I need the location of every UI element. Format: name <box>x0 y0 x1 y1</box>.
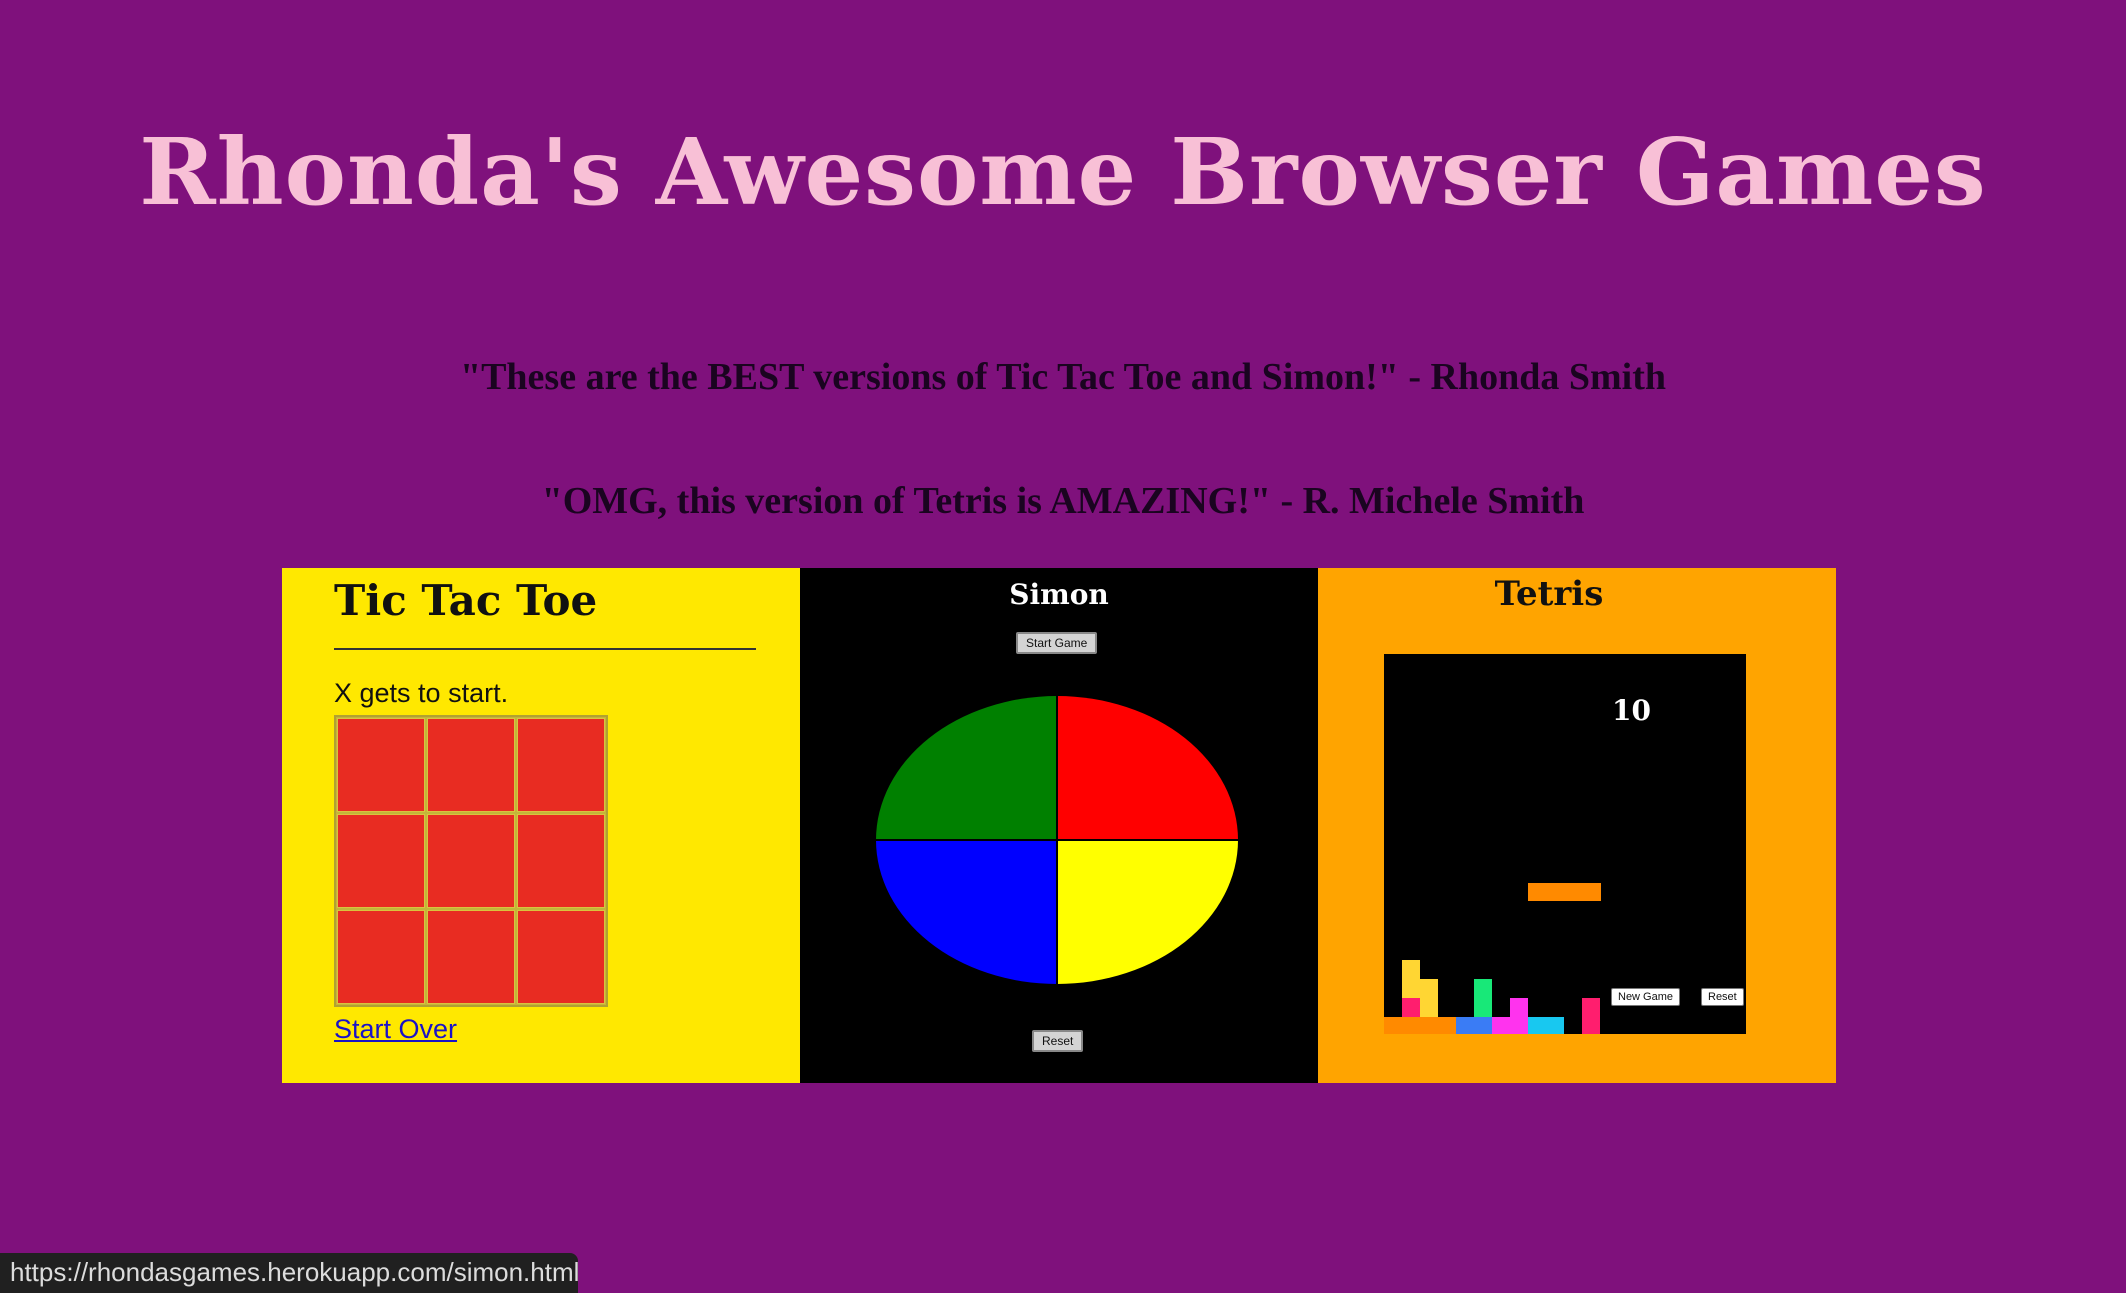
new-game-button[interactable]: New Game <box>1611 988 1681 1006</box>
settled-block <box>1528 1017 1564 1034</box>
board-cell[interactable] <box>337 718 425 812</box>
settled-block <box>1474 979 1492 1017</box>
simon-title: Simon <box>1009 578 1109 611</box>
board-cell[interactable] <box>517 910 605 1004</box>
simon-panel[interactable]: Simon Start Game Reset <box>800 568 1318 1083</box>
settled-block <box>1384 1017 1456 1034</box>
board-cell[interactable] <box>337 910 425 1004</box>
settled-block <box>1510 998 1528 1017</box>
board-cell[interactable] <box>427 718 515 812</box>
title-divider <box>334 648 756 650</box>
quote-rhonda: "These are the BEST versions of Tic Tac … <box>459 356 1667 398</box>
score-display: 10 <box>1612 694 1651 727</box>
simon-yellow-pad[interactable] <box>1057 840 1238 984</box>
settled-block <box>1456 1017 1492 1034</box>
board-cell[interactable] <box>427 910 515 1004</box>
settled-block <box>1420 979 1438 1017</box>
settled-block <box>1492 1017 1528 1034</box>
simon-red-pad[interactable] <box>1057 696 1238 840</box>
settled-block <box>1582 998 1600 1034</box>
board-cell[interactable] <box>337 814 425 908</box>
simon-reset-button[interactable]: Reset <box>1032 1030 1084 1052</box>
page-title: Rhonda's Awesome Browser Games <box>139 118 1987 226</box>
tic-tac-toe-panel[interactable]: Tic Tac Toe X gets to start. Start Over <box>282 568 800 1083</box>
tetris-title: Tetris <box>1494 574 1604 614</box>
tetris-board[interactable]: 10 New Game Reset <box>1384 654 1746 1034</box>
tic-tac-toe-title: Tic Tac Toe <box>334 576 598 625</box>
falling-piece <box>1528 883 1601 901</box>
simon-green-pad[interactable] <box>876 696 1057 840</box>
simon-wheel <box>876 696 1238 984</box>
status-bar-url: https://rhondasgames.herokuapp.com/simon… <box>0 1253 578 1293</box>
game-status: X gets to start. <box>334 678 509 708</box>
board-cell[interactable] <box>517 718 605 812</box>
board-cell[interactable] <box>427 814 515 908</box>
simon-blue-pad[interactable] <box>876 840 1057 984</box>
start-over-link[interactable]: Start Over <box>334 1014 457 1045</box>
quote-michele: "OMG, this version of Tetris is AMAZING!… <box>541 480 1585 522</box>
board-cell[interactable] <box>517 814 605 908</box>
tic-tac-toe-board <box>334 715 608 1007</box>
start-game-button[interactable]: Start Game <box>1016 632 1098 654</box>
settled-block <box>1402 998 1420 1017</box>
tetris-reset-button[interactable]: Reset <box>1701 988 1744 1006</box>
settled-block <box>1402 960 1420 998</box>
tetris-panel[interactable]: Tetris 10 New Game Reset <box>1318 568 1836 1083</box>
